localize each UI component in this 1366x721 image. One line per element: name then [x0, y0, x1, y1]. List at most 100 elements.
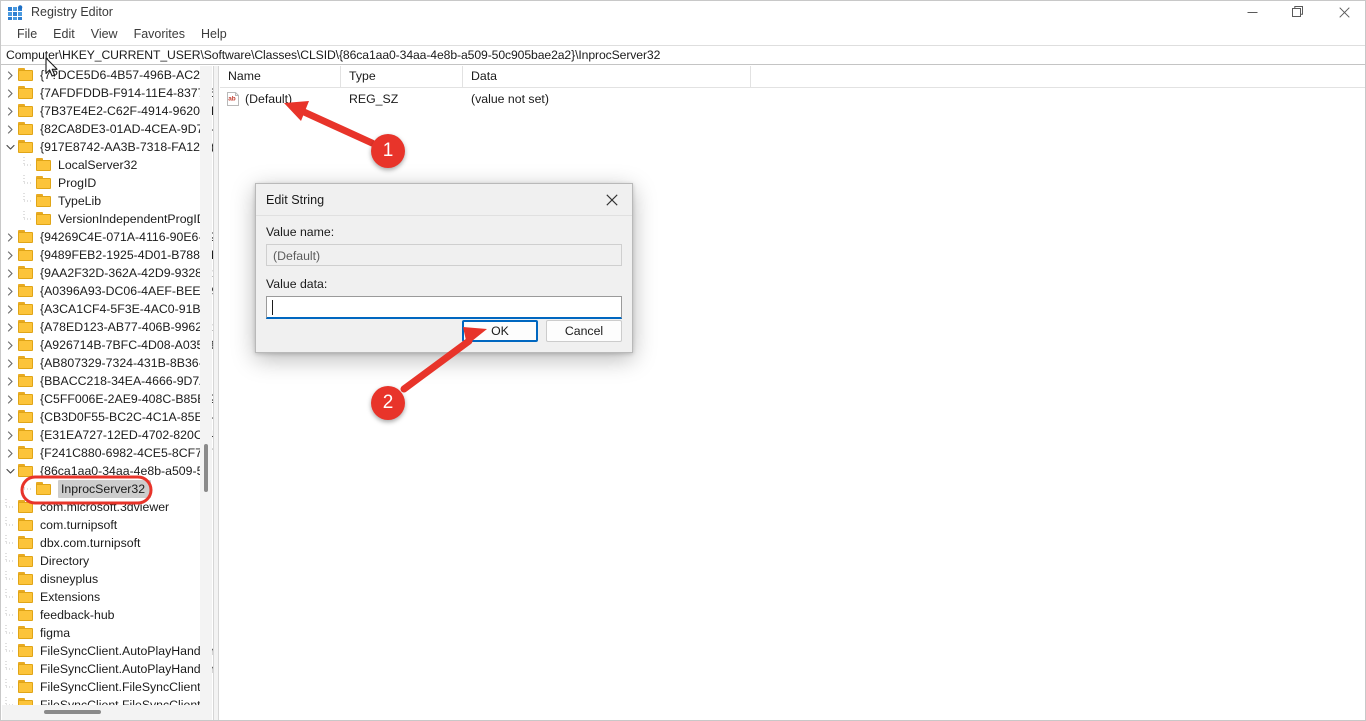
tree-item[interactable]: {9489FEB2-1925-4D01-B788-6D: [2, 246, 213, 264]
tree-item[interactable]: Extensions: [2, 588, 198, 606]
folder-icon: [18, 428, 35, 442]
tree-item[interactable]: {CB3D0F55-BC2C-4C1A-85ED-: [2, 408, 213, 426]
column-header-data[interactable]: Data: [463, 66, 751, 88]
tree-item-label: InprocServer32: [58, 480, 152, 498]
folder-icon: [18, 500, 35, 514]
svg-text:ab: ab: [228, 96, 236, 103]
folder-icon: [18, 302, 35, 316]
tree-item[interactable]: {A926714B-7BFC-4D08-A035-8: [2, 336, 213, 354]
tree-item[interactable]: FileSyncClient.AutoPlayHandler.1: [2, 660, 213, 678]
minimize-icon[interactable]: [1229, 1, 1275, 23]
tree-item[interactable]: {9AA2F32D-362A-42D9-9328-2: [2, 264, 213, 282]
tree-item[interactable]: TypeLib: [2, 192, 198, 210]
registry-tree: {7?DCE5D6-4B57-496B-AC21- {7AFDFDDB-F914-…: [2, 66, 213, 714]
folder-icon: [18, 464, 35, 478]
tree-connector-icon: [20, 481, 36, 497]
chevron-right-icon[interactable]: [2, 265, 18, 281]
tree-item-label: {86ca1aa0-34aa-4e8b-a509-50: [40, 464, 211, 478]
column-header-name[interactable]: Name: [220, 66, 341, 88]
menu-item-help[interactable]: Help: [193, 24, 235, 44]
menu-item-favorites[interactable]: Favorites: [126, 24, 193, 44]
window-title: Registry Editor: [31, 5, 113, 19]
tree-item[interactable]: {7B37E4E2-C62F-4914-9620-8F: [2, 102, 213, 120]
tree-item[interactable]: {F241C880-6982-4CE5-8CF7-7(: [2, 444, 213, 462]
folder-icon: [18, 140, 35, 154]
tree-item[interactable]: com.microsoft.3dviewer: [2, 498, 198, 516]
chevron-right-icon[interactable]: [2, 301, 18, 317]
registry-tree-panel[interactable]: {7?DCE5D6-4B57-496B-AC21- {7AFDFDDB-F914-…: [2, 66, 213, 720]
tree-item-label: {AB807329-7324-431B-8B36-D: [40, 356, 212, 370]
tree-item[interactable]: {A0396A93-DC06-4AEF-BEE9-9: [2, 282, 213, 300]
tree-horizontal-scrollbar[interactable]: [2, 705, 212, 720]
table-row[interactable]: ab (Default) REG_SZ (value not set): [220, 88, 1365, 110]
tree-item[interactable]: {7?DCE5D6-4B57-496B-AC21-: [2, 66, 211, 84]
tree-item[interactable]: dbx.com.turnipsoft: [2, 534, 198, 552]
tree-item[interactable]: FileSyncClient.AutoPlayHandler: [2, 642, 213, 660]
tree-item[interactable]: figma: [2, 624, 198, 642]
chevron-right-icon[interactable]: [2, 391, 18, 407]
chevron-right-icon[interactable]: [2, 283, 18, 299]
tree-item[interactable]: LocalServer32: [2, 156, 198, 174]
tree-item[interactable]: {94269C4E-071A-4116-90E6-52: [2, 228, 213, 246]
chevron-down-icon[interactable]: [2, 139, 18, 155]
cancel-button[interactable]: Cancel: [546, 320, 622, 342]
column-header-type[interactable]: Type: [341, 66, 463, 88]
tree-item-selected[interactable]: InprocServer32: [2, 480, 198, 498]
tree-item[interactable]: {A3CA1CF4-5F3E-4AC0-91B9-: [2, 300, 212, 318]
dialog-title-bar: Edit String: [256, 184, 632, 216]
address-bar[interactable]: Computer\HKEY_CURRENT_USER\Software\Clas…: [1, 45, 1365, 65]
tree-item[interactable]: com.turnipsoft: [2, 516, 198, 534]
tree-item[interactable]: {AB807329-7324-431B-8B36-D: [2, 354, 212, 372]
tree-item[interactable]: Directory: [2, 552, 198, 570]
tree-item[interactable]: {86ca1aa0-34aa-4e8b-a509-50: [2, 462, 210, 480]
chevron-right-icon[interactable]: [2, 337, 18, 353]
restore-icon[interactable]: [1275, 1, 1321, 23]
chevron-right-icon[interactable]: [2, 427, 18, 443]
tree-item[interactable]: {E31EA727-12ED-4702-820C-4: [2, 426, 213, 444]
close-icon[interactable]: [592, 184, 632, 215]
value-data-input[interactable]: [266, 296, 622, 319]
tree-connector-icon: [2, 643, 18, 659]
ok-button[interactable]: OK: [462, 320, 538, 342]
tree-item[interactable]: {82CA8DE3-01AD-4CEA-9D75-: [2, 120, 213, 138]
chevron-right-icon[interactable]: [2, 67, 18, 83]
tree-item[interactable]: FileSyncClient.FileSyncClient: [2, 678, 201, 696]
folder-icon: [18, 662, 35, 676]
chevron-right-icon[interactable]: [2, 247, 18, 263]
tree-horizontal-scroll-thumb[interactable]: [44, 710, 101, 714]
menu-item-edit[interactable]: Edit: [45, 24, 83, 44]
chevron-right-icon[interactable]: [2, 319, 18, 335]
tree-item-label: FileSyncClient.AutoPlayHandler.1: [40, 662, 213, 676]
chevron-right-icon[interactable]: [2, 373, 18, 389]
tree-vertical-scroll-thumb[interactable]: [204, 444, 208, 492]
list-header: Name Type Data: [220, 66, 1365, 88]
tree-item[interactable]: ProgID: [2, 174, 198, 192]
tree-item[interactable]: feedback-hub: [2, 606, 198, 624]
tree-item[interactable]: {C5FF006E-2AE9-408C-B85B-2: [2, 390, 213, 408]
tree-item[interactable]: {BBACC218-34EA-4666-9D7A-: [2, 372, 212, 390]
chevron-right-icon[interactable]: [2, 355, 18, 371]
chevron-right-icon[interactable]: [2, 445, 18, 461]
menu-item-file[interactable]: File: [9, 24, 45, 44]
panel-splitter[interactable]: [213, 66, 219, 720]
chevron-right-icon[interactable]: [2, 103, 18, 119]
menu-item-view[interactable]: View: [83, 24, 126, 44]
chevron-right-icon[interactable]: [2, 85, 18, 101]
edit-string-dialog: Edit String Value name: (Default) Value …: [255, 183, 633, 353]
close-icon[interactable]: [1321, 1, 1365, 23]
tree-item[interactable]: {A78ED123-AB77-406B-9962-2: [2, 318, 213, 336]
chevron-right-icon[interactable]: [2, 229, 18, 245]
chevron-right-icon[interactable]: [2, 409, 18, 425]
folder-icon: [18, 536, 35, 550]
chevron-right-icon[interactable]: [2, 121, 18, 137]
tree-item[interactable]: {917E8742-AA3B-7318-FA12-1(: [2, 138, 213, 156]
tree-item-label: {A0396A93-DC06-4AEF-BEE9-9: [40, 284, 213, 298]
chevron-down-icon[interactable]: [2, 463, 18, 479]
tree-item[interactable]: {7AFDFDDB-F914-11E4-8377-6: [2, 84, 213, 102]
tree-vertical-scrollbar[interactable]: [200, 66, 212, 706]
value-name-input[interactable]: (Default): [266, 244, 622, 266]
tree-connector-icon: [20, 175, 36, 191]
tree-item[interactable]: disneyplus: [2, 570, 198, 588]
tree-item-label: feedback-hub: [40, 608, 115, 622]
tree-item[interactable]: VersionIndependentProgID: [2, 210, 206, 228]
